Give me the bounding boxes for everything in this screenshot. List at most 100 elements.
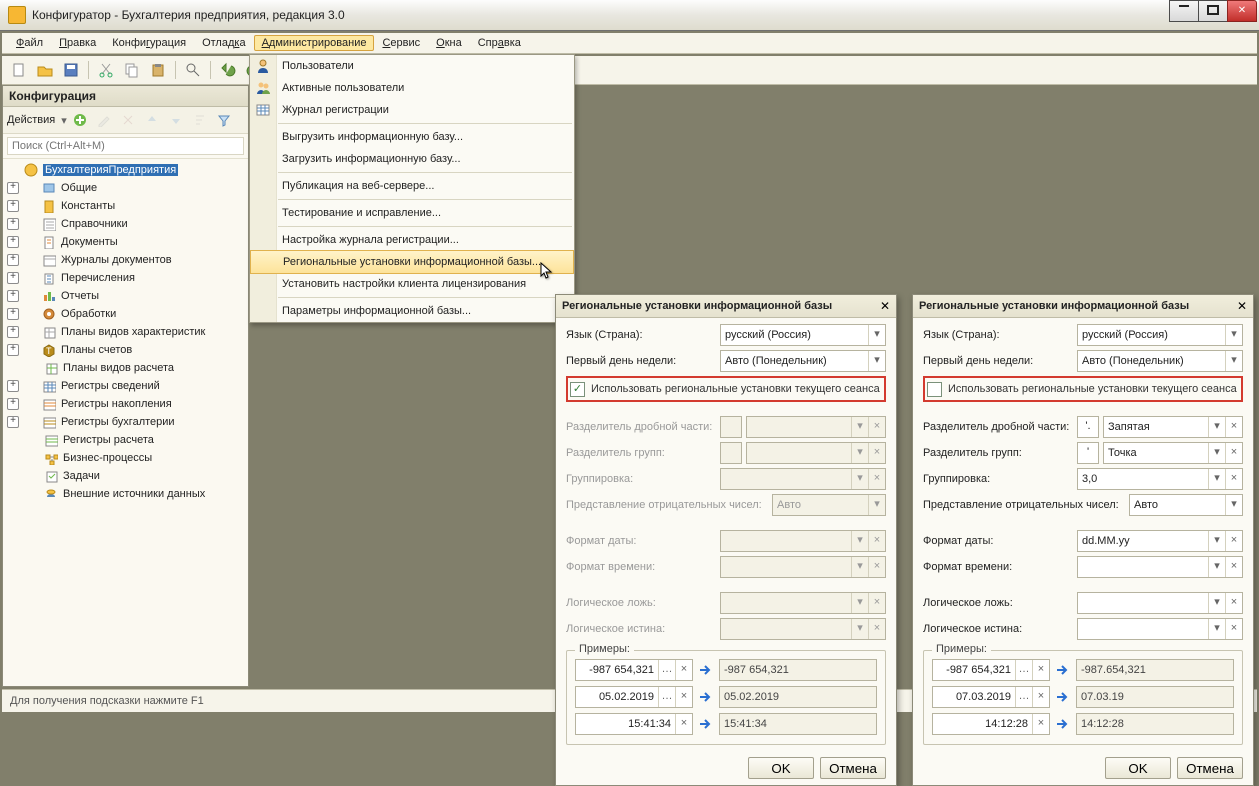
add-icon[interactable] <box>69 109 91 131</box>
expander-icon[interactable]: + <box>7 290 19 302</box>
chevron-down-icon[interactable]: ▾ <box>868 325 885 345</box>
expander-icon[interactable]: + <box>7 416 19 428</box>
admin-menu-item[interactable]: Пользователи <box>250 55 574 77</box>
expander-icon[interactable]: + <box>7 254 19 266</box>
menu-config[interactable]: Конфигурация <box>104 35 194 51</box>
tree-node[interactable]: Бизнес-процессы <box>3 449 248 467</box>
tree-node[interactable]: +Обработки <box>3 305 248 323</box>
admin-menu-item[interactable]: Выгрузить информационную базу... <box>250 126 574 148</box>
up-icon[interactable] <box>141 109 163 131</box>
paste-icon[interactable] <box>147 59 169 81</box>
clear-icon[interactable]: × <box>1032 714 1049 734</box>
week-combo[interactable]: Авто (Понедельник)▾ <box>720 350 886 372</box>
maximize-button[interactable] <box>1198 0 1228 22</box>
dialog-close-button[interactable]: ✕ <box>1231 298 1247 314</box>
example-num-in[interactable]: -987 654,321…× <box>932 659 1050 681</box>
chevron-down-icon[interactable]: ▾ <box>1208 417 1225 437</box>
chevron-down-icon[interactable]: ▾ <box>1208 443 1225 463</box>
menu-admin[interactable]: Администрирование <box>254 35 375 51</box>
copy-icon[interactable] <box>121 59 143 81</box>
tree-node[interactable]: +Перечисления <box>3 269 248 287</box>
chevron-down-icon[interactable]: ▾ <box>61 114 67 127</box>
tree-node[interactable]: +Константы <box>3 197 248 215</box>
timefmt-combo[interactable]: ▾× <box>1077 556 1243 578</box>
clear-icon[interactable]: × <box>675 687 692 707</box>
chevron-down-icon[interactable]: ▾ <box>1208 619 1225 639</box>
menu-edit[interactable]: Правка <box>51 35 104 51</box>
chevron-down-icon[interactable]: ▾ <box>1225 495 1242 515</box>
expander-icon[interactable]: + <box>7 380 19 392</box>
close-button[interactable] <box>1227 0 1257 22</box>
menu-file[interactable]: Файл <box>8 35 51 51</box>
menu-debug[interactable]: Отладка <box>194 35 254 51</box>
clear-icon[interactable]: × <box>1225 593 1242 613</box>
delete-icon[interactable] <box>117 109 139 131</box>
find-icon[interactable] <box>182 59 204 81</box>
down-icon[interactable] <box>165 109 187 131</box>
new-icon[interactable] <box>8 59 30 81</box>
admin-menu-item[interactable]: Журнал регистрации <box>250 99 574 121</box>
search-input[interactable] <box>7 137 244 155</box>
clear-icon[interactable]: × <box>675 714 692 734</box>
admin-menu-item[interactable]: Региональные установки информационной ба… <box>250 250 574 274</box>
grp-char-box[interactable]: ' <box>1077 442 1099 464</box>
chevron-down-icon[interactable]: ▾ <box>1225 351 1242 371</box>
expander-icon[interactable]: + <box>7 272 19 284</box>
chevron-down-icon[interactable]: ▾ <box>1208 531 1225 551</box>
menu-help[interactable]: Справка <box>470 35 529 51</box>
checkbox-icon[interactable] <box>927 382 942 397</box>
admin-menu-item[interactable]: Активные пользователи <box>250 77 574 99</box>
boolt-combo[interactable]: ▾× <box>1077 618 1243 640</box>
open-icon[interactable] <box>34 59 56 81</box>
menu-windows[interactable]: Окна <box>428 35 470 51</box>
expander-icon[interactable]: + <box>7 326 19 338</box>
example-date-in[interactable]: 05.02.2019…× <box>575 686 693 708</box>
tree-node[interactable]: +Документы <box>3 233 248 251</box>
expander-icon[interactable]: + <box>7 344 19 356</box>
example-time-in[interactable]: 15:41:34× <box>575 713 693 735</box>
expander-icon[interactable]: + <box>7 308 19 320</box>
ok-button[interactable]: OK <box>748 757 814 779</box>
example-time-in[interactable]: 14:12:28× <box>932 713 1050 735</box>
expander-icon[interactable]: + <box>7 200 19 212</box>
example-num-in[interactable]: -987 654,321…× <box>575 659 693 681</box>
undo-icon[interactable] <box>217 59 239 81</box>
neg-combo[interactable]: Авто▾ <box>1129 494 1243 516</box>
week-combo[interactable]: Авто (Понедельник)▾ <box>1077 350 1243 372</box>
tree-node[interactable]: Планы видов расчета <box>3 359 248 377</box>
clear-icon[interactable]: × <box>1225 469 1242 489</box>
clear-icon[interactable]: × <box>1225 619 1242 639</box>
cancel-button[interactable]: Отмена <box>1177 757 1243 779</box>
dec-char-box[interactable]: '. <box>1077 416 1099 438</box>
lang-combo[interactable]: русский (Россия)▾ <box>1077 324 1243 346</box>
clear-icon[interactable]: × <box>1225 557 1242 577</box>
expander-icon[interactable]: + <box>7 398 19 410</box>
datefmt-combo[interactable]: dd.MM.yy▾× <box>1077 530 1243 552</box>
admin-menu-item[interactable]: Тестирование и исправление... <box>250 202 574 224</box>
tree-node[interactable]: +Регистры сведений <box>3 377 248 395</box>
clear-icon[interactable]: × <box>1032 687 1049 707</box>
clear-icon[interactable]: × <box>1225 417 1242 437</box>
ellipsis-icon[interactable]: … <box>658 660 675 680</box>
chevron-down-icon[interactable]: ▾ <box>1208 593 1225 613</box>
clear-icon[interactable]: × <box>675 660 692 680</box>
use-regional-checkbox-row[interactable]: Использовать региональные установки теку… <box>566 376 886 402</box>
tree-node[interactable]: Задачи <box>3 467 248 485</box>
expander-icon[interactable]: + <box>7 218 19 230</box>
ellipsis-icon[interactable]: … <box>658 687 675 707</box>
tree-root[interactable]: − БухгалтерияПредприятия <box>3 161 248 179</box>
chevron-down-icon[interactable]: ▾ <box>1225 325 1242 345</box>
chevron-down-icon[interactable]: ▾ <box>1208 469 1225 489</box>
actions-label[interactable]: Действия <box>7 114 55 126</box>
minimize-button[interactable] <box>1169 0 1199 22</box>
example-date-in[interactable]: 07.03.2019…× <box>932 686 1050 708</box>
save-icon[interactable] <box>60 59 82 81</box>
clear-icon[interactable]: × <box>1225 443 1242 463</box>
tree-node[interactable]: +Отчеты <box>3 287 248 305</box>
tree-node[interactable]: +Планы видов характеристик <box>3 323 248 341</box>
use-regional-checkbox-row[interactable]: Использовать региональные установки теку… <box>923 376 1243 402</box>
dialog-close-button[interactable]: ✕ <box>874 298 890 314</box>
boolf-combo[interactable]: ▾× <box>1077 592 1243 614</box>
admin-menu-item[interactable]: Настройка журнала регистрации... <box>250 229 574 251</box>
tree-node[interactable]: +Регистры накопления <box>3 395 248 413</box>
